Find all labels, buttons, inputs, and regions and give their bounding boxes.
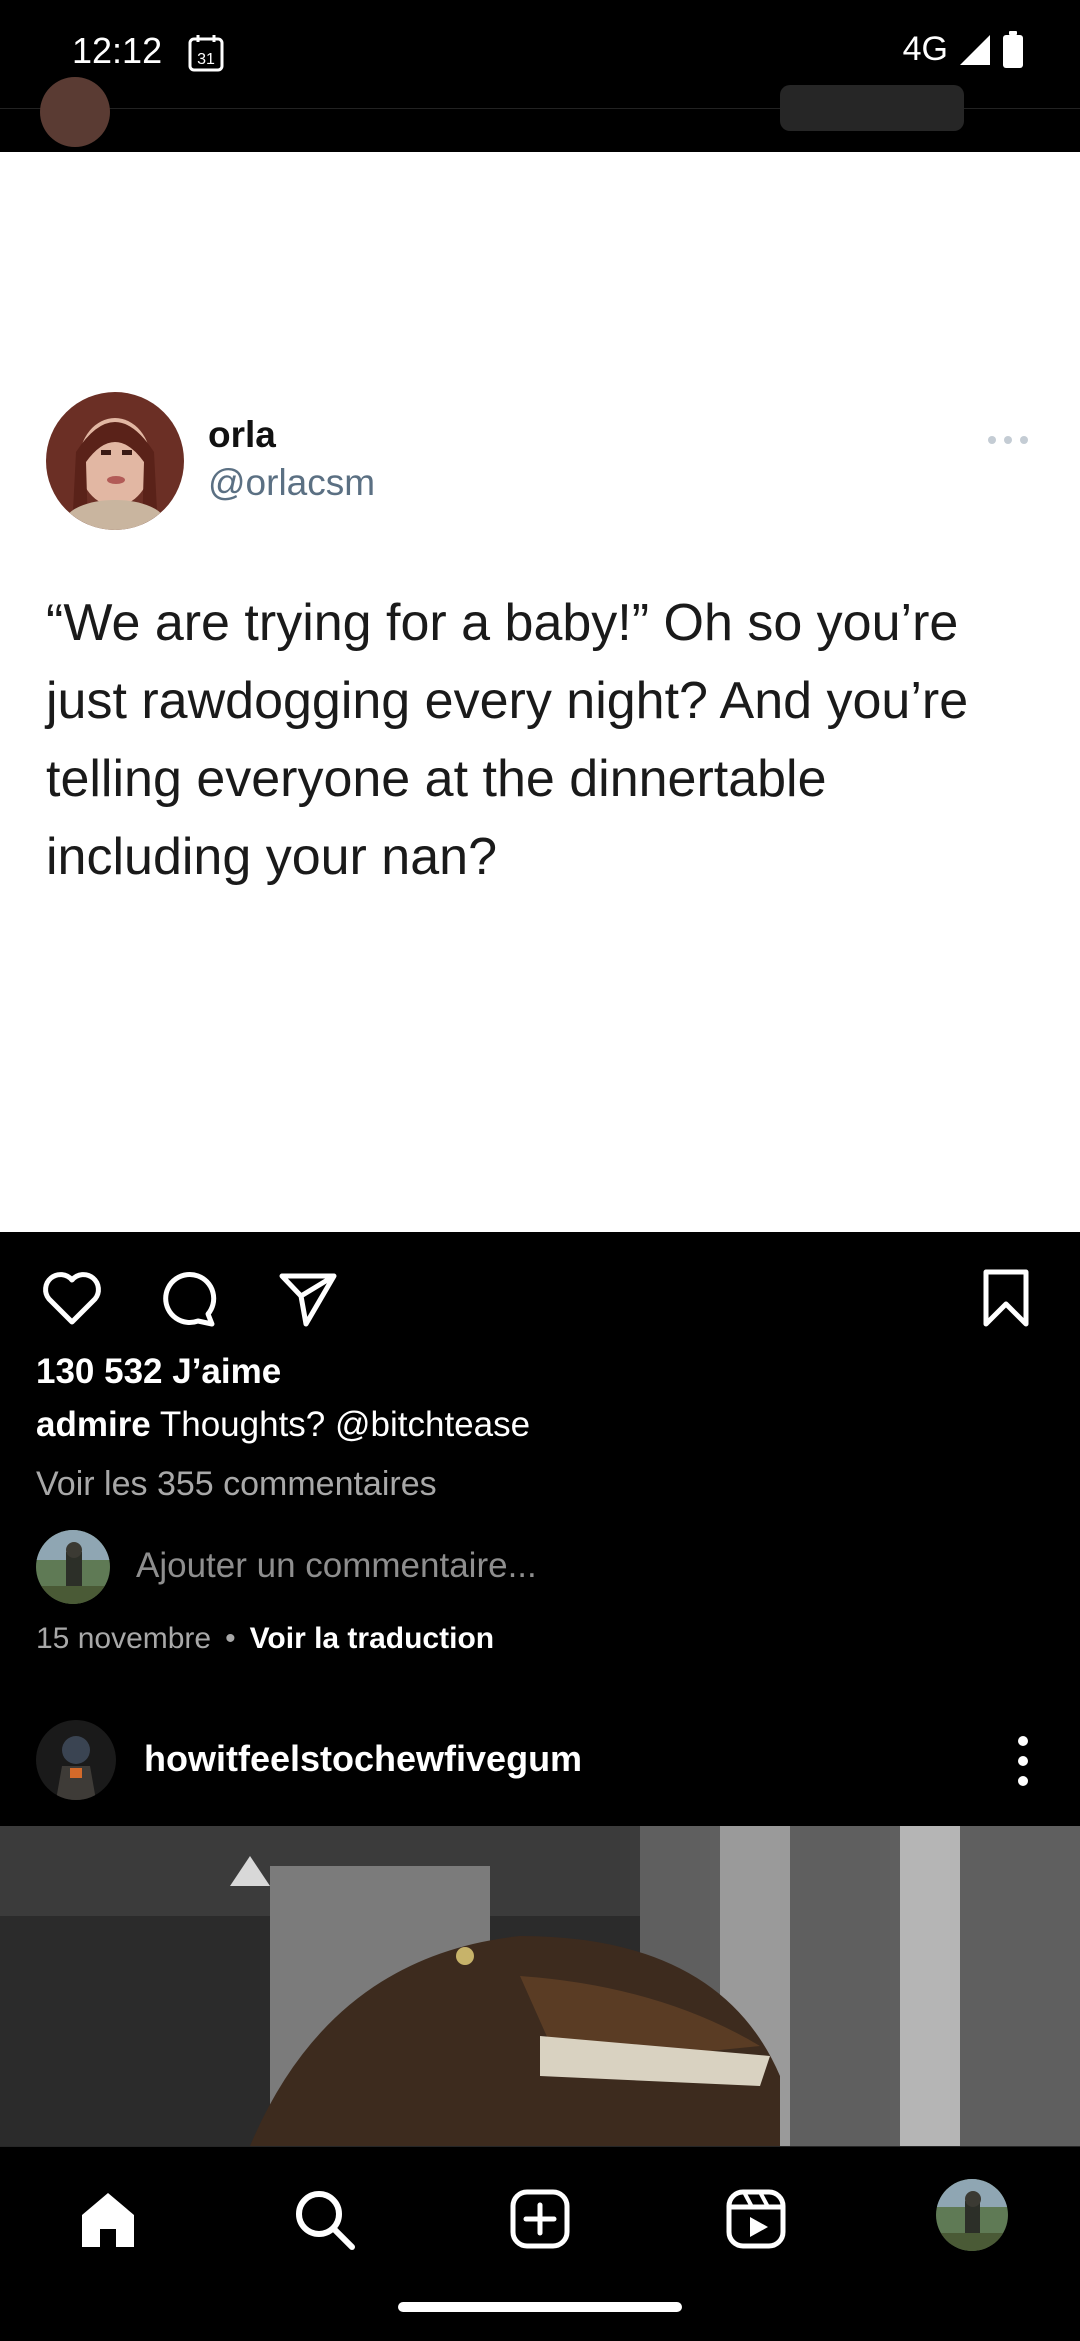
- separator: •: [225, 1622, 236, 1655]
- avatar[interactable]: [36, 1720, 116, 1800]
- view-comments-link[interactable]: Voir les 355 commentaires: [36, 1465, 437, 1504]
- status-indicators: 4G: [903, 30, 1024, 69]
- profile-avatar[interactable]: [936, 2179, 1008, 2251]
- tweet-avatar: [46, 392, 184, 530]
- post-actions: [0, 1232, 1080, 1352]
- tweet-more-icon: [988, 436, 1028, 444]
- gesture-bar[interactable]: [398, 2302, 682, 2312]
- avatar: [36, 1530, 110, 1604]
- comment-input[interactable]: Ajouter un commentaire...: [136, 1546, 537, 1586]
- bookmark-icon[interactable]: [974, 1266, 1038, 1330]
- post-image[interactable]: orla @orlacsm “We are trying for a baby!…: [0, 152, 1080, 1232]
- next-post-username[interactable]: howitfeelstochewfivegum: [144, 1738, 582, 1780]
- translate-link[interactable]: Voir la traduction: [250, 1622, 494, 1656]
- caption-username[interactable]: admire: [36, 1405, 151, 1444]
- next-post-header: howitfeelstochewfivegum: [0, 1720, 1080, 1828]
- home-icon[interactable]: [76, 2187, 140, 2251]
- network-type: 4G: [902, 30, 948, 68]
- reels-icon[interactable]: [724, 2187, 788, 2251]
- more-options-icon[interactable]: [1010, 1734, 1036, 1788]
- likes-count[interactable]: 130 532 J’aime: [36, 1352, 281, 1392]
- post-meta: 15 novembre • Voir la traduction: [36, 1622, 494, 1656]
- tweet-display-name: orla: [208, 414, 276, 455]
- plus-square-icon[interactable]: [508, 2187, 572, 2251]
- calendar-day: 31: [197, 51, 215, 68]
- battery-icon: [1003, 30, 1023, 68]
- comment-icon[interactable]: [158, 1266, 222, 1330]
- search-icon[interactable]: [292, 2187, 356, 2251]
- tweet-handle: @orlacsm: [208, 462, 376, 503]
- caption-text: Thoughts? @bitchtease: [150, 1405, 531, 1444]
- status-time: 12:12: [72, 30, 163, 71]
- calendar-icon: 31: [188, 35, 224, 72]
- signal-icon: [960, 34, 990, 65]
- heart-icon[interactable]: [40, 1266, 104, 1330]
- previous-post-footer: [0, 77, 1080, 153]
- tweet-text: “We are trying for a baby!” Oh so you’re…: [46, 594, 969, 886]
- post-date: 15 novembre: [36, 1622, 212, 1655]
- add-comment-row[interactable]: Ajouter un commentaire...: [36, 1530, 1036, 1606]
- next-post-image[interactable]: [0, 1826, 1080, 2146]
- avatar[interactable]: [40, 77, 110, 147]
- caption: admire Thoughts? @bitchtease: [36, 1405, 530, 1445]
- follow-button[interactable]: [780, 85, 964, 131]
- paper-plane-icon[interactable]: [276, 1266, 340, 1330]
